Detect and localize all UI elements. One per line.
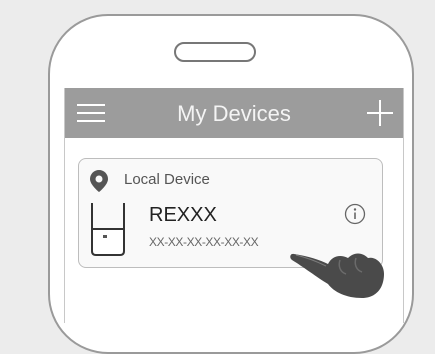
app-header: My Devices xyxy=(65,88,403,138)
mac-address: XX-XX-XX-XX-XX-XX xyxy=(149,235,259,249)
tapping-hand-icon xyxy=(290,253,384,298)
device-name: REXXX xyxy=(149,204,217,226)
add-device-button[interactable] xyxy=(367,100,393,126)
phone-speaker xyxy=(174,42,256,62)
location-pin-icon xyxy=(90,170,108,192)
page-title: My Devices xyxy=(177,101,291,126)
info-icon[interactable] xyxy=(344,203,366,225)
section-label: Local Device xyxy=(124,171,210,188)
range-extender-icon xyxy=(91,203,125,256)
